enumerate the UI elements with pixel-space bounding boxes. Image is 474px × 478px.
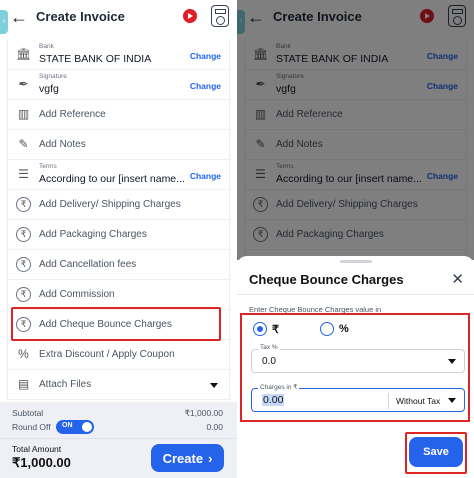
divider — [0, 438, 237, 439]
rupee-icon: ₹ — [16, 227, 31, 242]
rupee-option-label: ₹ — [272, 324, 279, 336]
subtotal-value: ₹1,000.00 — [184, 408, 224, 418]
bank-caption: Bank — [39, 43, 54, 50]
create-invoice-screen: i ← Create Invoice 🏛 Bank STATE BANK OF … — [0, 0, 237, 478]
bank-icon: 🏛 — [16, 47, 32, 61]
terms-row[interactable]: ☰ Terms According to our [insert name...… — [8, 160, 231, 190]
charges-field-label: Charges in ₹ — [258, 383, 300, 391]
rupee-radio[interactable] — [253, 322, 267, 336]
chevron-down-icon[interactable] — [210, 383, 218, 388]
divider — [388, 393, 389, 409]
round-off-toggle[interactable]: ON — [56, 420, 94, 434]
cheque-bounce-charges-sheet: Cheque Bounce Charges ✕ Enter Cheque Bou… — [237, 256, 474, 478]
add-delivery-charges-label: Add Delivery/ Shipping Charges — [39, 199, 181, 210]
signature-value: vgfg — [39, 83, 59, 95]
round-off-value: 0.00 — [206, 422, 223, 432]
extra-discount-label: Extra Discount / Apply Coupon — [39, 349, 175, 360]
terms-icon: ☰ — [18, 167, 29, 181]
attach-files-label: Attach Files — [39, 379, 92, 390]
create-button[interactable]: Create › — [151, 444, 224, 472]
chevron-down-icon[interactable] — [448, 398, 456, 403]
highlight-box — [11, 307, 221, 341]
reference-icon: ▥ — [17, 107, 30, 121]
signature-row[interactable]: ✒ Signature vgfg Change — [8, 70, 231, 100]
calculator-icon[interactable] — [211, 5, 229, 27]
add-reference-label: Add Reference — [39, 109, 106, 120]
total-amount-label: Total Amount — [12, 444, 62, 454]
add-commission-label: Add Commission — [39, 289, 115, 300]
change-signature-link[interactable]: Change — [190, 81, 221, 91]
sheet-title: Cheque Bounce Charges — [249, 272, 404, 287]
percent-icon: % — [18, 347, 29, 361]
app-bar: i ← Create Invoice — [0, 0, 237, 36]
percent-option-label: % — [339, 323, 349, 335]
add-delivery-charges-row[interactable]: ₹ Add Delivery/ Shipping Charges — [8, 190, 231, 220]
change-bank-link[interactable]: Change — [190, 51, 221, 61]
create-button-label: Create — [162, 450, 204, 466]
add-cancellation-fees-row[interactable]: ₹ Add Cancellation fees — [8, 250, 231, 280]
rupee-icon: ₹ — [16, 287, 31, 302]
tax-percent-select[interactable]: Tax % 0.0 — [251, 344, 465, 373]
drag-handle[interactable] — [340, 260, 372, 263]
notes-icon: ✎ — [18, 137, 29, 151]
change-terms-link[interactable]: Change — [190, 171, 221, 181]
extra-discount-row[interactable]: % Extra Discount / Apply Coupon — [8, 340, 231, 370]
create-invoice-screen-with-sheet: i ← Create Invoice 🏛 Bank STATE BANK OF … — [237, 0, 474, 478]
terms-caption: Terms — [39, 163, 57, 170]
close-icon[interactable]: ✕ — [451, 270, 464, 288]
add-cheque-bounce-charges-row[interactable]: ₹ Add Cheque Bounce Charges — [8, 307, 231, 341]
chevron-down-icon — [448, 359, 456, 364]
round-off-label: Round Off — [12, 422, 51, 432]
add-commission-row[interactable]: ₹ Add Commission — [8, 280, 231, 310]
divider — [237, 294, 474, 295]
invoice-summary: Subtotal ₹1,000.00 Round Off ON 0.00 Tot… — [0, 402, 237, 478]
add-notes-row[interactable]: ✎ Add Notes — [8, 130, 231, 160]
bank-row[interactable]: 🏛 Bank STATE BANK OF INDIA Change — [8, 40, 231, 70]
page-title: Create Invoice — [36, 9, 125, 24]
save-button-label: Save — [423, 446, 449, 458]
add-cancellation-fees-label: Add Cancellation fees — [39, 259, 137, 270]
tax-mode-select[interactable]: Without Tax — [396, 396, 440, 406]
terms-value: According to our [insert name... — [39, 173, 185, 185]
add-packaging-charges-label: Add Packaging Charges — [39, 229, 147, 240]
rupee-icon: ₹ — [16, 257, 31, 272]
add-reference-row[interactable]: ▥ Add Reference — [8, 100, 231, 130]
invoice-options-list: 🏛 Bank STATE BANK OF INDIA Change ✒ Sign… — [7, 40, 231, 400]
charges-hint-text: Enter Cheque Bounce Charges value in — [249, 305, 382, 314]
charges-input[interactable]: 0.00 — [262, 394, 285, 406]
signature-icon: ✒ — [18, 77, 29, 91]
signature-caption: Signature — [39, 73, 67, 80]
toggle-state-label: ON — [62, 422, 73, 429]
subtotal-label: Subtotal — [12, 408, 44, 418]
side-tab[interactable]: i — [0, 10, 8, 34]
total-amount-value: ₹1,000.00 — [12, 455, 71, 470]
attach-files-row[interactable]: ▤ Attach Files — [8, 370, 231, 400]
youtube-icon[interactable] — [183, 9, 197, 23]
percent-radio[interactable] — [320, 322, 334, 336]
attach-icon: ▤ — [17, 377, 30, 391]
tax-value: 0.0 — [262, 356, 276, 367]
bank-value: STATE BANK OF INDIA — [39, 53, 152, 65]
charges-field: Charges in ₹ 0.00 Without Tax — [251, 383, 465, 412]
rupee-icon: ₹ — [16, 197, 31, 212]
modal-backdrop[interactable] — [237, 0, 474, 260]
add-packaging-charges-row[interactable]: ₹ Add Packaging Charges — [8, 220, 231, 250]
save-button[interactable]: Save — [409, 437, 463, 467]
tax-field-label: Tax % — [258, 344, 280, 351]
add-notes-label: Add Notes — [39, 139, 86, 150]
back-arrow-icon[interactable]: ← — [10, 8, 28, 26]
chevron-right-icon: › — [208, 450, 213, 466]
